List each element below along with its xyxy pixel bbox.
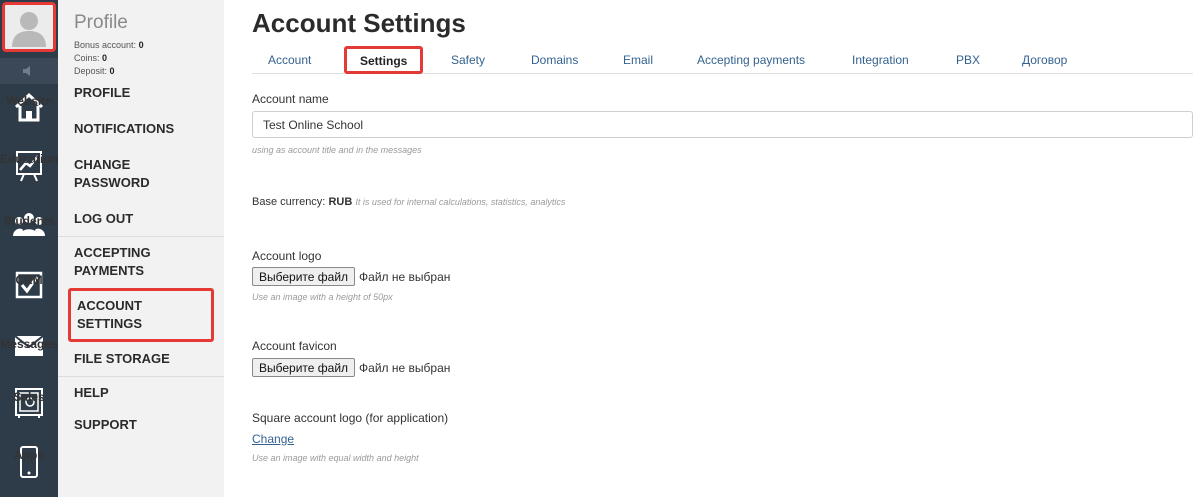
account-name-hint: using as account title and in the messag…	[252, 145, 422, 155]
square-logo-hint: Use an image with equal width and height	[252, 453, 419, 463]
account-favicon-file-row: Выберите файл Файл не выбран	[252, 358, 450, 377]
tab-account[interactable]: Account	[268, 53, 311, 67]
deposit-label: Deposit:	[74, 66, 108, 76]
app-rail: Website Education Students CRM Messages …	[0, 0, 58, 497]
menu-divider	[58, 236, 224, 237]
rail-label: Messages	[0, 337, 58, 351]
page-title: Account Settings	[252, 8, 466, 38]
coins-label: Coins:	[74, 53, 100, 63]
menu-item-change-password[interactable]: CHANGE PASSWORD	[58, 150, 224, 198]
account-favicon-file-status: Файл не выбран	[359, 360, 451, 375]
account-logo-file-status: Файл не выбран	[359, 269, 451, 284]
rail-label: Education	[0, 152, 59, 166]
base-currency-value: RUB	[328, 196, 353, 208]
account-logo-choose-file-button[interactable]: Выберите файл	[252, 267, 356, 286]
profile-panel: Profile Bonus account: 0 Coins: 0 Deposi…	[58, 0, 224, 497]
user-silhouette-icon	[12, 12, 46, 47]
rail-item-apps[interactable]: Apps	[0, 446, 58, 478]
rail-label: CRM	[15, 273, 43, 287]
rail-label: Students	[3, 214, 55, 228]
tab-contract[interactable]: Договор	[1022, 53, 1067, 67]
profile-stats: Bonus account: 0 Coins: 0 Deposit: 0	[74, 39, 144, 78]
menu-item-support[interactable]: SUPPORT	[58, 410, 224, 440]
rail-item-education[interactable]: Education	[0, 150, 58, 182]
menu-item-help[interactable]: HELP	[58, 378, 224, 408]
rail-item-crm[interactable]: CRM	[0, 271, 58, 299]
menu-item-notifications[interactable]: NOTIFICATIONS	[58, 114, 224, 144]
rail-item-messages[interactable]: Messages	[0, 335, 58, 357]
coins-value: 0	[102, 53, 108, 63]
menu-item-accepting-payments[interactable]: ACCEPTING PAYMENTS	[58, 238, 178, 286]
account-logo-file-row: Выберите файл Файл не выбран	[252, 267, 450, 286]
rail-label: Apps	[14, 448, 44, 462]
rail-item-website[interactable]: Website	[0, 92, 58, 122]
tab-email[interactable]: Email	[623, 53, 653, 67]
base-currency-hint: It is used for internal calculations, st…	[355, 197, 566, 207]
deposit-value: 0	[109, 66, 115, 76]
rail-item-sales[interactable]: Sales	[0, 388, 58, 418]
account-favicon-label: Account favicon	[252, 339, 337, 353]
sound-toggle[interactable]	[0, 58, 58, 84]
tab-safety[interactable]: Safety	[451, 53, 485, 67]
tab-integration[interactable]: Integration	[852, 53, 909, 67]
account-logo-label: Account logo	[252, 249, 322, 263]
profile-title: Profile	[74, 12, 128, 33]
square-logo-label: Square account logo (for application)	[252, 411, 449, 425]
tab-accepting-payments[interactable]: Accepting payments	[697, 53, 805, 67]
account-favicon-choose-file-button[interactable]: Выберите файл	[252, 358, 356, 377]
avatar[interactable]	[2, 2, 56, 52]
menu-item-profile[interactable]: PROFILE	[58, 78, 224, 108]
rail-item-students[interactable]: Students	[0, 212, 58, 236]
rail-label: Website	[6, 94, 52, 108]
base-currency-label: Base currency:	[252, 196, 326, 208]
menu-item-account-settings[interactable]: ACCOUNT SETTINGS	[68, 288, 214, 342]
profile-menu: PROFILE NOTIFICATIONS CHANGE PASSWORD LO…	[58, 78, 224, 440]
menu-divider	[58, 376, 224, 377]
account-name-label: Account name	[252, 92, 329, 106]
bonus-label: Bonus account:	[74, 40, 137, 50]
rail-label: Sales	[13, 390, 45, 404]
main-content: Account Settings Account Settings Safety…	[252, 0, 1193, 497]
base-currency-row: Base currency: RUB It is used for intern…	[252, 196, 565, 208]
menu-item-file-storage[interactable]: FILE STORAGE	[58, 344, 224, 374]
menu-item-log-out[interactable]: LOG OUT	[58, 204, 224, 234]
tab-pbx[interactable]: PBX	[956, 53, 980, 67]
square-logo-change-link[interactable]: Change	[252, 432, 294, 446]
tab-settings[interactable]: Settings	[344, 46, 424, 74]
speaker-icon	[23, 66, 30, 76]
account-logo-hint: Use an image with a height of 50px	[252, 292, 393, 302]
tab-domains[interactable]: Domains	[531, 53, 578, 67]
settings-tabs: Account Settings Safety Domains Email Ac…	[252, 46, 1193, 74]
bonus-value: 0	[138, 40, 144, 50]
account-name-input[interactable]	[252, 111, 1193, 138]
